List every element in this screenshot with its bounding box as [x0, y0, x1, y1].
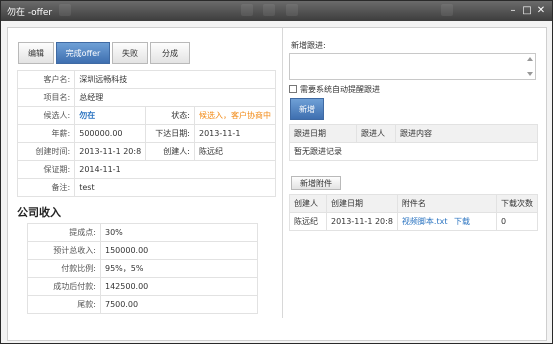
offer-info-table: 客户名: 深圳远畅科技 项目名: 总经理 候选人: 勿在 状态: 候选入，客户协…: [16, 70, 276, 197]
table-row: 客户名: 深圳远畅科技: [16, 70, 276, 89]
table-row: 付款比例: 95%，5%: [27, 259, 258, 278]
order-date-label: 下达日期:: [145, 124, 195, 143]
background-icon: [263, 4, 275, 16]
followup-date-header: 跟进日期: [289, 124, 357, 143]
expected-income-label: 预计总收入:: [27, 241, 101, 260]
payment-ratio-value: 95%，5%: [100, 259, 258, 278]
attachment-date-header: 创建日期: [326, 194, 398, 213]
split-button[interactable]: 分成: [150, 42, 190, 64]
followup-empty: 暂无跟进记录: [289, 142, 538, 161]
table-row: 项目名: 总经理: [16, 88, 276, 107]
note-value: test: [74, 178, 276, 197]
add-followup-button[interactable]: 新增: [290, 98, 324, 120]
attachment-creator-header: 创建人: [289, 194, 327, 213]
income-table: 提成点: 30% 预计总收入: 150000.00 付款比例: 95%，5% 成功后付…: [27, 223, 258, 314]
close-icon[interactable]: ✕: [535, 5, 547, 17]
fail-button[interactable]: 失败: [112, 42, 148, 64]
income-section-title: 公司收入: [17, 206, 61, 219]
offer-window: 勿在 -offer – □ ✕ 编辑 完成offer 失败 分成 客户名: 深圳…: [0, 0, 553, 344]
table-row: 保证期: 2014-11-1: [16, 160, 276, 179]
attachment-count-header: 下载次数: [496, 194, 538, 213]
scroll-arrows-icon[interactable]: [526, 55, 534, 78]
warranty-value: 2014-11-1: [74, 160, 276, 179]
creator-label: 创建人:: [145, 142, 195, 161]
table-row: 陈远纪 2013-11-1 20:8 视频脚本.txt 下载 0: [289, 212, 538, 231]
status-label: 状态:: [145, 106, 195, 125]
table-row: 年薪: 500000.00 下达日期: 2013-11-1: [16, 124, 276, 143]
order-date-value: 2013-11-1: [194, 124, 276, 143]
auto-remind-checkbox[interactable]: [289, 85, 297, 93]
background-icon: [241, 4, 253, 16]
background-icon: [441, 4, 453, 16]
followup-table: 跟进日期 跟进人 跟进内容 暂无跟进记录: [289, 124, 538, 161]
candidate-link[interactable]: 勿在: [74, 106, 147, 125]
window-title: 勿在 -offer: [7, 8, 53, 18]
attachment-count: 0: [496, 212, 538, 231]
commission-label: 提成点:: [27, 223, 101, 242]
attachment-creator: 陈远纪: [289, 212, 327, 231]
project-label: 项目名:: [16, 88, 76, 107]
customer-label: 客户名:: [16, 70, 76, 89]
project-value: 总经理: [74, 88, 276, 107]
creator-value: 陈远纪: [194, 142, 276, 161]
table-header-row: 跟进日期 跟进人 跟进内容: [289, 124, 538, 143]
complete-offer-button[interactable]: 完成offer: [56, 42, 110, 64]
table-row: 成功后付款: 142500.00: [27, 277, 258, 296]
expected-income-value: 150000.00: [100, 241, 258, 260]
followup-content-header: 跟进内容: [395, 124, 538, 143]
customer-value: 深圳远畅科技: [74, 70, 276, 89]
content-panel: 编辑 完成offer 失败 分成 客户名: 深圳远畅科技 项目名: 总经理 候选…: [7, 27, 547, 341]
created-label: 创建时间:: [16, 142, 76, 161]
add-attachment-button[interactable]: 新增附件: [291, 176, 341, 190]
note-label: 备注:: [16, 178, 76, 197]
auto-remind-label: 需要系统自动提醒跟进: [300, 85, 380, 94]
commission-value: 30%: [100, 223, 258, 242]
salary-value: 500000.00: [74, 124, 147, 143]
table-row: 提成点: 30%: [27, 223, 258, 242]
minimize-icon[interactable]: –: [507, 5, 519, 17]
followup-person-header: 跟进人: [356, 124, 396, 143]
table-row: 暂无跟进记录: [289, 142, 538, 161]
success-payment-value: 142500.00: [100, 277, 258, 296]
background-icon: [59, 4, 71, 16]
final-payment-value: 7500.00: [100, 295, 258, 314]
column-divider: [282, 28, 283, 318]
download-link[interactable]: 下载: [454, 217, 470, 226]
attachments-table: 创建人 创建日期 附件名 下载次数 陈远纪 2013-11-1 20:8 视频脚…: [289, 194, 538, 231]
attachment-name-header: 附件名: [396, 194, 498, 213]
maximize-icon[interactable]: □: [521, 5, 533, 17]
edit-button[interactable]: 编辑: [18, 42, 54, 64]
final-payment-label: 尾款:: [27, 295, 101, 314]
title-bar[interactable]: 勿在 -offer – □ ✕: [1, 1, 552, 21]
table-row: 备注: test: [16, 178, 276, 197]
salary-label: 年薪:: [16, 124, 76, 143]
attachment-date: 2013-11-1 20:8: [326, 212, 398, 231]
created-value: 2013-11-1 20:8: [74, 142, 147, 161]
table-row: 创建时间: 2013-11-1 20:8 创建人: 陈远纪: [16, 142, 276, 161]
followup-label: 新增跟进:: [291, 41, 326, 50]
table-row: 预计总收入: 150000.00: [27, 241, 258, 260]
background-icon: [286, 4, 298, 16]
payment-ratio-label: 付款比例:: [27, 259, 101, 278]
attachment-name-cell: 视频脚本.txt 下载: [396, 212, 498, 231]
table-row: 尾款: 7500.00: [27, 295, 258, 314]
table-row: 候选人: 勿在 状态: 候选入，客户协商中: [16, 106, 276, 125]
attachment-file-link[interactable]: 视频脚本.txt: [402, 217, 448, 226]
success-payment-label: 成功后付款:: [27, 277, 101, 296]
candidate-label: 候选人:: [16, 106, 76, 125]
warranty-label: 保证期:: [16, 160, 76, 179]
table-header-row: 创建人 创建日期 附件名 下载次数: [289, 194, 538, 213]
followup-textarea[interactable]: [289, 53, 536, 80]
status-value: 候选入，客户协商中: [194, 106, 276, 125]
